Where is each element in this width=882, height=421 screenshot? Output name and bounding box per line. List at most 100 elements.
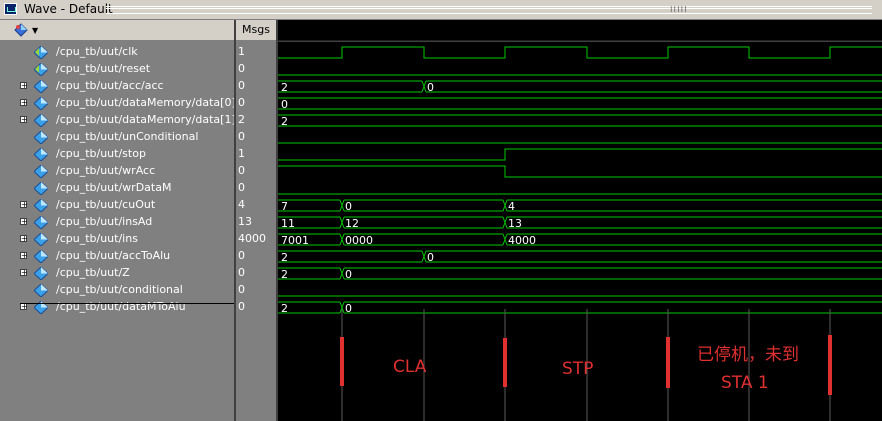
signal-name: /cpu_tb/uut/ins (56, 232, 138, 245)
signal-value: 1 (238, 147, 245, 160)
signal-row[interactable]: /cpu_tb/uut/reset (0, 61, 234, 78)
signal-row[interactable]: + /cpu_tb/uut/dataMemory/data[1] (0, 112, 236, 129)
signal-diamond-icon (34, 182, 48, 195)
cuout-bus-value: 7 (281, 200, 288, 213)
signal-diamond-icon (34, 233, 48, 246)
title-drag-grip[interactable] (106, 6, 872, 14)
signal-name: /cpu_tb/uut/clk (56, 45, 138, 58)
signal-name: /cpu_tb/uut/dataMToAlu (56, 300, 186, 313)
z-bus-value: 2 (281, 268, 288, 281)
wracc-wave (278, 165, 882, 178)
signal-diamond-icon (34, 114, 48, 127)
ins-bus-value: 0000 (345, 234, 373, 247)
signal-value: 13 (238, 215, 252, 228)
signal-value: 0 (238, 181, 245, 194)
signal-value: 0 (238, 164, 245, 177)
cuout-bus-value: 0 (345, 200, 352, 213)
clk-wave (278, 46, 882, 59)
acctoalu-bus-value: 0 (427, 251, 434, 264)
signal-value: 4000 (238, 232, 266, 245)
signal-diamond-icon (34, 131, 48, 144)
signal-name: /cpu_tb/uut/cuOut (56, 198, 156, 211)
signal-diamond-icon (34, 284, 48, 297)
acc-bus-value: 2 (281, 81, 288, 94)
waveform-pane[interactable]: 2 0 0 2 7 0 4 11 12 13 7001 0000 4000 2 0 2 0 2 0 CLA STP … (278, 20, 882, 421)
data1-bus-value: 2 (281, 115, 288, 128)
name-pane-header: ▼ (0, 20, 234, 41)
signal-name: /cpu_tb/uut/dataMemory/data[0] (56, 96, 236, 109)
expand-icon[interactable]: + (20, 218, 28, 226)
signal-value: 2 (238, 113, 245, 126)
signal-diamond-icon (34, 267, 48, 280)
ins-bus-value: 4000 (508, 234, 536, 247)
signal-row[interactable]: + /cpu_tb/uut/acc/acc (0, 78, 234, 95)
signal-row[interactable]: /cpu_tb/uut/conditional (0, 282, 234, 299)
signal-value: 0 (238, 300, 245, 313)
signal-diamond-icon (34, 63, 48, 76)
signal-diamond-icon (34, 250, 48, 263)
annotation-halted-line1: 已停机，未到 (697, 345, 799, 365)
signal-row[interactable]: /cpu_tb/uut/unConditional (0, 129, 234, 146)
cursor-separator (20, 303, 270, 304)
signal-row[interactable]: + /cpu_tb/uut/insAd (0, 214, 234, 231)
signal-name: /cpu_tb/uut/conditional (56, 283, 183, 296)
insad-bus-value: 12 (345, 217, 359, 230)
signal-value: 1 (238, 45, 245, 58)
msgs-pane: Msgs 1 0 0 0 2 0 1 0 0 4 13 4000 0 0 0 0 (236, 20, 276, 421)
signal-value: 0 (238, 96, 245, 109)
more-icon[interactable]: ⁝⁝⁝⁝⁝ (670, 5, 688, 14)
ins-bus-value: 7001 (281, 234, 309, 247)
wave-window-icon (4, 3, 17, 15)
signal-name: /cpu_tb/uut/insAd (56, 215, 153, 228)
signal-diamond-icon (34, 97, 48, 110)
expand-icon[interactable]: + (20, 116, 28, 124)
signal-diamond-icon (34, 199, 48, 212)
signal-value: 0 (238, 130, 245, 143)
datamtoalu-bus-value: 0 (345, 302, 352, 315)
signal-name: /cpu_tb/uut/acc/acc (56, 79, 164, 92)
acctoalu-bus-value: 2 (281, 251, 288, 264)
signal-name: /cpu_tb/uut/accToAlu (56, 249, 171, 262)
insad-bus-value: 13 (508, 217, 522, 230)
expand-icon[interactable]: + (20, 235, 28, 243)
signal-name: /cpu_tb/uut/reset (56, 62, 151, 75)
chevron-down-icon[interactable]: ▼ (32, 26, 38, 35)
signal-row[interactable]: + /cpu_tb/uut/Z (0, 265, 234, 282)
expand-icon[interactable]: + (20, 82, 28, 90)
signal-row[interactable]: + /cpu_tb/uut/cuOut (0, 197, 234, 214)
signal-value: 0 (238, 249, 245, 262)
signal-value: 4 (238, 198, 245, 211)
expand-icon[interactable]: + (20, 269, 28, 277)
signal-name: /cpu_tb/uut/unConditional (56, 130, 199, 143)
expand-icon[interactable]: + (20, 252, 28, 260)
expand-icon[interactable]: + (20, 99, 28, 107)
signal-row[interactable]: + /cpu_tb/uut/ins (0, 231, 234, 248)
expand-icon[interactable]: + (20, 303, 28, 311)
expand-icon[interactable]: + (20, 201, 28, 209)
annotation-stp: STP (562, 359, 594, 379)
signal-diamond-icon (34, 80, 48, 93)
signal-diamond-icon (34, 148, 48, 161)
signal-row[interactable]: /cpu_tb/uut/wrDataM (0, 180, 234, 197)
signal-name: /cpu_tb/uut/Z (56, 266, 130, 279)
signal-value: 0 (238, 62, 245, 75)
signal-row[interactable]: + /cpu_tb/uut/accToAlu (0, 248, 234, 265)
datamtoalu-bus-value: 2 (281, 302, 288, 315)
signal-row[interactable]: /cpu_tb/uut/clk (0, 44, 234, 61)
window-title: Wave - Default (24, 2, 113, 16)
signal-row[interactable]: /cpu_tb/uut/stop (0, 146, 234, 163)
signal-diamond-icon[interactable] (14, 23, 28, 37)
data0-bus-value: 0 (281, 98, 288, 111)
annotation-cla: CLA (393, 357, 427, 377)
cuout-bus-value: 4 (508, 200, 515, 213)
signal-name: /cpu_tb/uut/dataMemory/data[1] (56, 113, 236, 126)
signal-name: /cpu_tb/uut/wrDataM (56, 181, 172, 194)
signal-value: 0 (238, 266, 245, 279)
signal-value: 0 (238, 79, 245, 92)
title-bar: Wave - Default ⁝⁝⁝⁝⁝ (0, 0, 882, 20)
signal-name: /cpu_tb/uut/wrAcc (56, 164, 156, 177)
signal-row[interactable]: + /cpu_tb/uut/dataMemory/data[0] (0, 95, 236, 112)
stop-wave (278, 148, 882, 161)
signal-row[interactable]: + /cpu_tb/uut/dataMToAlu (0, 299, 234, 316)
signal-row[interactable]: /cpu_tb/uut/wrAcc (0, 163, 234, 180)
